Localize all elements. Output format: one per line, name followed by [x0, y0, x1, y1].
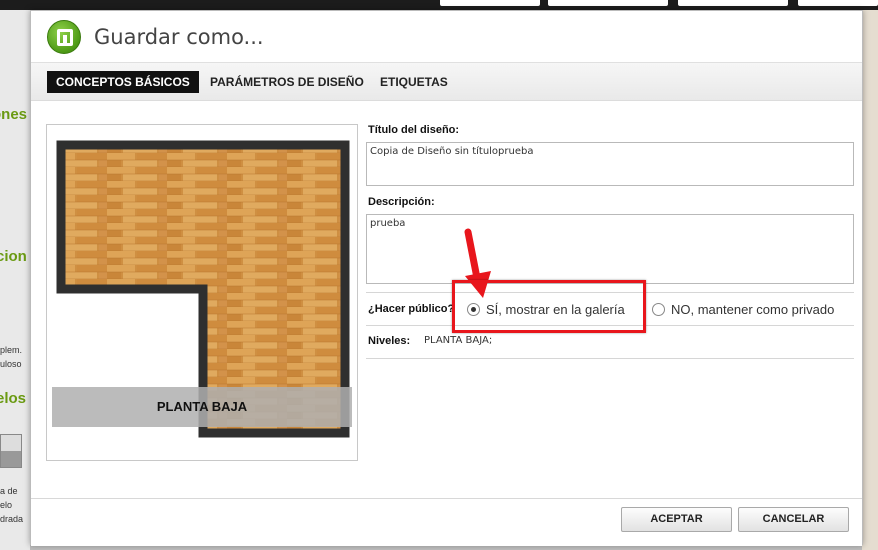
background-text: uloso: [0, 359, 22, 369]
background-text: drada: [0, 514, 24, 524]
description-field[interactable]: prueba: [366, 214, 854, 284]
background-topbar-field: [678, 0, 788, 6]
levels-label: Niveles:: [368, 335, 411, 347]
preview-level-label: PLANTA BAJA: [52, 387, 352, 427]
accept-button[interactable]: ACEPTAR: [621, 507, 732, 532]
background-heading: ones: [0, 106, 28, 123]
background-topbar-field: [548, 0, 668, 6]
save-as-dialog: Guardar como... CONCEPTOS BÁSICOS PARÁME…: [30, 10, 863, 546]
dialog-footer: ACEPTAR CANCELAR: [31, 498, 862, 546]
background-heading: elos: [0, 390, 27, 407]
background-left-panel: ones cion plem. uloso elos a de elo drad…: [0, 10, 30, 550]
background-topbar-field: [798, 0, 878, 6]
cancel-button[interactable]: CANCELAR: [738, 507, 849, 532]
app-logo-icon: [47, 20, 81, 54]
tab-bar: CONCEPTOS BÁSICOS PARÁMETROS DE DISEÑO E…: [31, 63, 862, 101]
public-no-label: NO, mantener como privado: [671, 302, 835, 317]
background-topbar-field: [440, 0, 540, 6]
background-heading: cion: [0, 248, 27, 265]
tab-parametros-diseno[interactable]: PARÁMETROS DE DISEÑO: [201, 71, 373, 93]
title-field[interactable]: Copia de Diseño sin títuloprueba: [366, 142, 854, 186]
description-label: Descripción:: [368, 196, 435, 208]
background-text: a de: [0, 486, 18, 496]
background-topbar: [0, 0, 878, 10]
title-label: Título del diseño:: [368, 124, 460, 136]
public-label: ¿Hacer público?: [368, 303, 455, 315]
background-thumbnail: [0, 434, 22, 468]
dialog-header: Guardar como...: [31, 11, 862, 63]
background-text: elo: [0, 500, 13, 510]
separator: [366, 358, 854, 359]
public-no-radio[interactable]: [652, 303, 665, 316]
background-right-panel: [862, 10, 878, 550]
dialog-title: Guardar como...: [94, 25, 264, 49]
design-preview: PLANTA BAJA: [46, 124, 358, 461]
levels-value: PLANTA BAJA;: [424, 335, 493, 346]
annotation-highlight-box: [452, 280, 646, 333]
background-text: plem.: [0, 345, 23, 355]
tab-conceptos-basicos[interactable]: CONCEPTOS BÁSICOS: [47, 71, 199, 93]
tab-etiquetas[interactable]: ETIQUETAS: [371, 71, 457, 93]
public-no-option[interactable]: NO, mantener como privado: [652, 302, 834, 317]
